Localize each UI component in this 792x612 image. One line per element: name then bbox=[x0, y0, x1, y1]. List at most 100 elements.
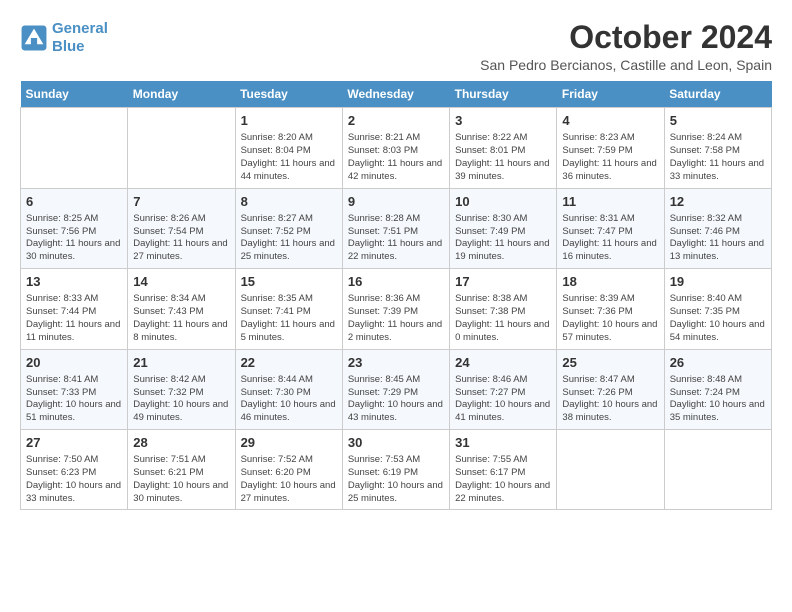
day-number: 23 bbox=[348, 354, 444, 372]
day-number: 20 bbox=[26, 354, 122, 372]
calendar-cell: 29 Sunrise: 7:52 AM Sunset: 6:20 PM Dayli… bbox=[235, 429, 342, 509]
calendar-cell: 25 Sunrise: 8:47 AM Sunset: 7:26 PM Dayli… bbox=[557, 349, 664, 429]
calendar-cell: 2 Sunrise: 8:21 AM Sunset: 8:03 PM Daylig… bbox=[342, 108, 449, 188]
week-row-1: 1Sunrise: 8:20 AM Sunset: 8:04 PM Daylig… bbox=[21, 108, 772, 188]
day-number: 3 bbox=[455, 112, 551, 130]
day-number: 28 bbox=[133, 434, 229, 452]
calendar-cell: 9Sunrise: 8:28 AM Sunset: 7:51 PM Daylig… bbox=[342, 188, 449, 268]
day-info: Sunrise: 8:45 AM Sunset: 7:29 PM Dayligh… bbox=[348, 374, 444, 425]
calendar-cell: 10 Sunrise: 8:30 AM Sunset: 7:49 PM Dayli… bbox=[450, 188, 557, 268]
day-info: Sunrise: 7:51 AM Sunset: 6:21 PM Dayligh… bbox=[133, 454, 229, 505]
day-info: Sunrise: 8:39 AM Sunset: 7:36 PM Dayligh… bbox=[562, 293, 658, 344]
calendar-cell bbox=[128, 108, 235, 188]
weekday-header-row: SundayMondayTuesdayWednesdayThursdayFrid… bbox=[21, 81, 772, 108]
day-number: 14 bbox=[133, 273, 229, 291]
calendar-cell: 24 Sunrise: 8:46 AM Sunset: 7:27 PM Dayli… bbox=[450, 349, 557, 429]
calendar-cell: 16 Sunrise: 8:36 AM Sunset: 7:39 PM Dayli… bbox=[342, 269, 449, 349]
day-number: 8 bbox=[241, 193, 337, 211]
logo-line1: General bbox=[52, 20, 108, 37]
calendar-cell: 8 Sunrise: 8:27 AM Sunset: 7:52 PM Daylig… bbox=[235, 188, 342, 268]
day-info: Sunrise: 7:50 AM Sunset: 6:23 PM Dayligh… bbox=[26, 454, 122, 505]
calendar-cell: 12 Sunrise: 8:32 AM Sunset: 7:46 PM Dayli… bbox=[664, 188, 771, 268]
logo-icon bbox=[20, 24, 48, 52]
day-number: 10 bbox=[455, 193, 551, 211]
logo-text: General Blue bbox=[52, 20, 108, 56]
day-number: 16 bbox=[348, 273, 444, 291]
day-info: Sunrise: 8:21 AM Sunset: 8:03 PM Dayligh… bbox=[348, 132, 444, 183]
day-number: 21 bbox=[133, 354, 229, 372]
day-number: 2 bbox=[348, 112, 444, 130]
calendar-cell: 4Sunrise: 8:23 AM Sunset: 7:59 PM Daylig… bbox=[557, 108, 664, 188]
day-info: Sunrise: 8:33 AM Sunset: 7:44 PM Dayligh… bbox=[26, 293, 122, 344]
logo-line2: Blue bbox=[52, 38, 85, 55]
calendar-cell: 22 Sunrise: 8:44 AM Sunset: 7:30 PM Dayli… bbox=[235, 349, 342, 429]
weekday-header-friday: Friday bbox=[557, 81, 664, 108]
calendar-cell: 13 Sunrise: 8:33 AM Sunset: 7:44 PM Dayli… bbox=[21, 269, 128, 349]
day-info: Sunrise: 8:36 AM Sunset: 7:39 PM Dayligh… bbox=[348, 293, 444, 344]
day-info: Sunrise: 7:53 AM Sunset: 6:19 PM Dayligh… bbox=[348, 454, 444, 505]
day-number: 29 bbox=[241, 434, 337, 452]
calendar-cell: 23 Sunrise: 8:45 AM Sunset: 7:29 PM Dayli… bbox=[342, 349, 449, 429]
day-number: 5 bbox=[670, 112, 766, 130]
weekday-header-saturday: Saturday bbox=[664, 81, 771, 108]
day-info: Sunrise: 8:31 AM Sunset: 7:47 PM Dayligh… bbox=[562, 213, 658, 264]
day-number: 25 bbox=[562, 354, 658, 372]
subtitle: San Pedro Bercianos, Castille and Leon, … bbox=[480, 57, 772, 73]
day-number: 18 bbox=[562, 273, 658, 291]
day-info: Sunrise: 8:32 AM Sunset: 7:46 PM Dayligh… bbox=[670, 213, 766, 264]
day-number: 12 bbox=[670, 193, 766, 211]
day-info: Sunrise: 8:46 AM Sunset: 7:27 PM Dayligh… bbox=[455, 374, 551, 425]
day-info: Sunrise: 8:41 AM Sunset: 7:33 PM Dayligh… bbox=[26, 374, 122, 425]
calendar-cell: 21Sunrise: 8:42 AM Sunset: 7:32 PM Dayli… bbox=[128, 349, 235, 429]
day-number: 15 bbox=[241, 273, 337, 291]
day-info: Sunrise: 7:55 AM Sunset: 6:17 PM Dayligh… bbox=[455, 454, 551, 505]
day-info: Sunrise: 8:44 AM Sunset: 7:30 PM Dayligh… bbox=[241, 374, 337, 425]
day-number: 24 bbox=[455, 354, 551, 372]
day-info: Sunrise: 8:24 AM Sunset: 7:58 PM Dayligh… bbox=[670, 132, 766, 183]
day-info: Sunrise: 8:30 AM Sunset: 7:49 PM Dayligh… bbox=[455, 213, 551, 264]
calendar-cell: 14 Sunrise: 8:34 AM Sunset: 7:43 PM Dayli… bbox=[128, 269, 235, 349]
day-info: Sunrise: 7:52 AM Sunset: 6:20 PM Dayligh… bbox=[241, 454, 337, 505]
day-info: Sunrise: 8:38 AM Sunset: 7:38 PM Dayligh… bbox=[455, 293, 551, 344]
day-info: Sunrise: 8:47 AM Sunset: 7:26 PM Dayligh… bbox=[562, 374, 658, 425]
day-number: 30 bbox=[348, 434, 444, 452]
main-title: October 2024 bbox=[480, 20, 772, 55]
calendar-cell: 26Sunrise: 8:48 AM Sunset: 7:24 PM Dayli… bbox=[664, 349, 771, 429]
calendar-cell: 20 Sunrise: 8:41 AM Sunset: 7:33 PM Dayli… bbox=[21, 349, 128, 429]
day-number: 9 bbox=[348, 193, 444, 211]
day-info: Sunrise: 8:23 AM Sunset: 7:59 PM Dayligh… bbox=[562, 132, 658, 183]
calendar-cell bbox=[21, 108, 128, 188]
day-number: 13 bbox=[26, 273, 122, 291]
calendar-cell: 18 Sunrise: 8:39 AM Sunset: 7:36 PM Dayli… bbox=[557, 269, 664, 349]
day-number: 17 bbox=[455, 273, 551, 291]
calendar-cell: 27 Sunrise: 7:50 AM Sunset: 6:23 PM Dayli… bbox=[21, 429, 128, 509]
day-info: Sunrise: 8:34 AM Sunset: 7:43 PM Dayligh… bbox=[133, 293, 229, 344]
calendar-cell bbox=[557, 429, 664, 509]
day-info: Sunrise: 8:27 AM Sunset: 7:52 PM Dayligh… bbox=[241, 213, 337, 264]
day-number: 11 bbox=[562, 193, 658, 211]
calendar-cell: 7Sunrise: 8:26 AM Sunset: 7:54 PM Daylig… bbox=[128, 188, 235, 268]
calendar-cell: 15Sunrise: 8:35 AM Sunset: 7:41 PM Dayli… bbox=[235, 269, 342, 349]
week-row-5: 27 Sunrise: 7:50 AM Sunset: 6:23 PM Dayli… bbox=[21, 429, 772, 509]
day-number: 22 bbox=[241, 354, 337, 372]
calendar-cell: 31Sunrise: 7:55 AM Sunset: 6:17 PM Dayli… bbox=[450, 429, 557, 509]
calendar-cell: 6Sunrise: 8:25 AM Sunset: 7:56 PM Daylig… bbox=[21, 188, 128, 268]
weekday-header-thursday: Thursday bbox=[450, 81, 557, 108]
logo: General Blue bbox=[20, 20, 108, 56]
day-number: 19 bbox=[670, 273, 766, 291]
day-info: Sunrise: 8:25 AM Sunset: 7:56 PM Dayligh… bbox=[26, 213, 122, 264]
week-row-4: 20 Sunrise: 8:41 AM Sunset: 7:33 PM Dayli… bbox=[21, 349, 772, 429]
weekday-header-sunday: Sunday bbox=[21, 81, 128, 108]
week-row-2: 6Sunrise: 8:25 AM Sunset: 7:56 PM Daylig… bbox=[21, 188, 772, 268]
week-row-3: 13 Sunrise: 8:33 AM Sunset: 7:44 PM Dayli… bbox=[21, 269, 772, 349]
calendar-cell: 17 Sunrise: 8:38 AM Sunset: 7:38 PM Dayli… bbox=[450, 269, 557, 349]
calendar-cell bbox=[664, 429, 771, 509]
calendar-cell: 1Sunrise: 8:20 AM Sunset: 8:04 PM Daylig… bbox=[235, 108, 342, 188]
weekday-header-wednesday: Wednesday bbox=[342, 81, 449, 108]
calendar-cell: 5 Sunrise: 8:24 AM Sunset: 7:58 PM Daylig… bbox=[664, 108, 771, 188]
header: General Blue October 2024 San Pedro Berc… bbox=[20, 20, 772, 73]
day-number: 26 bbox=[670, 354, 766, 372]
calendar-cell: 3Sunrise: 8:22 AM Sunset: 8:01 PM Daylig… bbox=[450, 108, 557, 188]
calendar-cell: 30 Sunrise: 7:53 AM Sunset: 6:19 PM Dayli… bbox=[342, 429, 449, 509]
day-number: 27 bbox=[26, 434, 122, 452]
